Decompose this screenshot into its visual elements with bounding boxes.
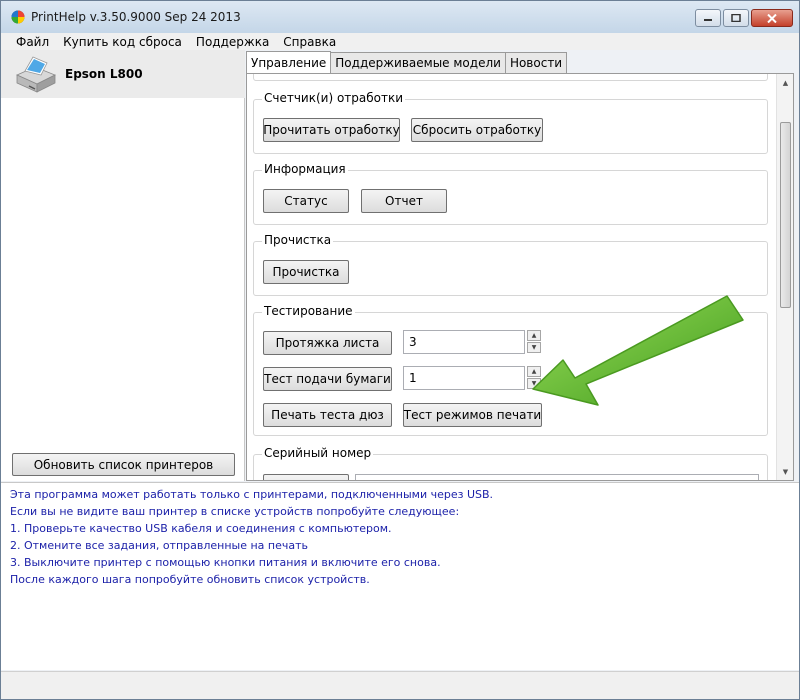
info-line: 2. Отмените все задания, отправленные на…	[10, 539, 309, 552]
info-line: 1. Проверьте качество USB кабеля и соеди…	[10, 522, 392, 535]
menu-buy-reset-code[interactable]: Купить код сброса	[56, 35, 189, 49]
serial-action-button[interactable]	[263, 474, 349, 480]
tab-supported-models[interactable]: Поддерживаемые модели	[330, 52, 506, 73]
minimize-button[interactable]	[695, 9, 721, 27]
info-group-title: Информация	[262, 162, 348, 176]
printer-icon	[16, 56, 56, 93]
read-counter-button[interactable]: Прочитать отработку	[263, 118, 400, 142]
scrollbar-thumb[interactable]	[780, 122, 791, 308]
print-modes-test-button[interactable]: Тест режимов печати	[403, 403, 542, 427]
menu-support[interactable]: Поддержка	[189, 35, 276, 49]
cleaning-button[interactable]: Прочистка	[263, 260, 349, 284]
stepper-up-icon[interactable]: ▲	[527, 330, 541, 341]
status-bar	[1, 671, 799, 699]
stepper-up-icon[interactable]: ▲	[527, 366, 541, 377]
tab-news[interactable]: Новости	[504, 52, 568, 73]
close-icon	[767, 13, 777, 23]
testing-group-title: Тестирование	[262, 304, 355, 318]
printer-list-panel: Epson L800 Обновить список принтеров	[1, 50, 245, 481]
info-group: Информация Статус Отчет	[253, 162, 768, 225]
maximize-icon	[731, 14, 741, 22]
paper-feed-test-button[interactable]: Тест подачи бумаги	[263, 367, 392, 391]
menu-help[interactable]: Справка	[276, 35, 343, 49]
title-bar[interactable]: PrintHelp v.3.50.9000 Sep 24 2013	[1, 1, 799, 33]
menu-file[interactable]: Файл	[1, 35, 56, 49]
scroll-down-icon[interactable]: ▼	[779, 465, 792, 478]
report-button[interactable]: Отчет	[361, 189, 447, 213]
cleaning-group: Прочистка Прочистка	[253, 233, 768, 296]
counters-group-title: Счетчик(и) отработки	[262, 91, 406, 105]
vertical-scrollbar[interactable]: ▲ ▼	[776, 74, 793, 480]
window-title: PrintHelp v.3.50.9000 Sep 24 2013	[31, 10, 241, 24]
serial-number-input[interactable]	[355, 474, 759, 480]
control-tab-panel: Счетчик(и) отработки Прочитать отработку…	[246, 73, 794, 481]
menu-bar: Файл Купить код сброса Поддержка Справка	[1, 33, 799, 50]
sheet-feed-button[interactable]: Протяжка листа	[263, 331, 392, 355]
cleaning-group-title: Прочистка	[262, 233, 334, 247]
serial-group-title: Серийный номер	[262, 446, 374, 460]
info-message-area: Эта программа может работать только с пр…	[1, 482, 799, 670]
scroll-up-icon[interactable]: ▲	[779, 76, 792, 89]
app-window: PrintHelp v.3.50.9000 Sep 24 2013 Файл К…	[0, 0, 800, 700]
window-controls	[693, 9, 793, 27]
app-logo-icon	[11, 10, 25, 24]
paper-feed-count-input[interactable]: 1	[403, 366, 525, 390]
status-button[interactable]: Статус	[263, 189, 349, 213]
info-line: После каждого шага попробуйте обновить с…	[10, 573, 370, 586]
printer-list-item[interactable]: Epson L800	[1, 50, 245, 98]
maximize-button[interactable]	[723, 9, 749, 27]
info-line: Эта программа может работать только с пр…	[10, 488, 494, 501]
sheet-feed-stepper[interactable]: ▲ ▼	[527, 330, 541, 354]
info-line: 3. Выключите принтер с помощью кнопки пи…	[10, 556, 441, 569]
tab-control[interactable]: Управление	[246, 51, 332, 73]
sheet-feed-count-input[interactable]: 3	[403, 330, 525, 354]
previous-group-edge	[253, 74, 768, 81]
close-button[interactable]	[751, 9, 793, 27]
stepper-down-icon[interactable]: ▼	[527, 378, 541, 389]
nozzle-check-print-button[interactable]: Печать теста дюз	[263, 403, 392, 427]
testing-group: Тестирование Протяжка листа 3 ▲ ▼ Тест п…	[253, 304, 768, 436]
printer-name: Epson L800	[65, 67, 143, 81]
info-line: Если вы не видите ваш принтер в списке у…	[10, 505, 460, 518]
serial-number-group: Серийный номер	[253, 446, 768, 480]
stepper-down-icon[interactable]: ▼	[527, 342, 541, 353]
minimize-icon	[704, 19, 712, 21]
counters-group: Счетчик(и) отработки Прочитать отработку…	[253, 91, 768, 154]
tab-strip: Управление Поддерживаемые модели Новости	[246, 51, 568, 74]
paper-feed-stepper[interactable]: ▲ ▼	[527, 366, 541, 390]
reset-counter-button[interactable]: Сбросить отработку	[411, 118, 543, 142]
refresh-printers-button[interactable]: Обновить список принтеров	[12, 453, 235, 476]
